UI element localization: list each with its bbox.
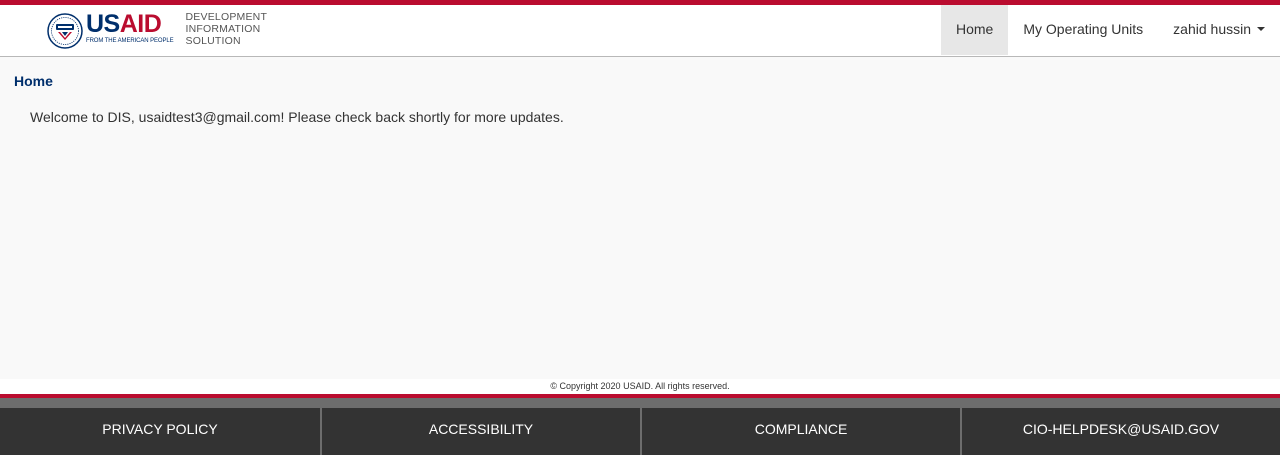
caret-down-icon	[1257, 27, 1265, 32]
wordmark-aid: AID	[119, 10, 162, 38]
user-menu[interactable]: zahid hussin	[1158, 5, 1280, 55]
footer-gray-stripe	[0, 398, 1280, 408]
nav-my-operating-units[interactable]: My Operating Units	[1008, 5, 1158, 55]
app-name-line-2: INFORMATION	[185, 23, 261, 35]
breadcrumb[interactable]: Home	[14, 73, 53, 89]
app-name-line-1: DEVELOPMENT	[185, 11, 268, 23]
usaid-wordmark: USAID FROM THE AMERICAN PEOPLE	[86, 12, 174, 45]
wordmark-us: US	[86, 10, 120, 38]
navbar: USAID FROM THE AMERICAN PEOPLE DEVELOPME…	[0, 5, 1280, 57]
footer-links: PRIVACY POLICY ACCESSIBILITY COMPLIANCE …	[0, 408, 1280, 455]
usaid-logo[interactable]: USAID FROM THE AMERICAN PEOPLE DEVELOPME…	[47, 11, 268, 52]
footer-link-compliance[interactable]: COMPLIANCE	[640, 408, 960, 455]
wordmark-tagline: FROM THE AMERICAN PEOPLE	[86, 38, 174, 44]
usaid-seal-icon	[47, 13, 83, 49]
app-name: DEVELOPMENT INFORMATION SOLUTION	[186, 11, 268, 47]
app-name-line-3: SOLUTION	[185, 35, 241, 47]
footer-link-privacy-policy[interactable]: PRIVACY POLICY	[0, 408, 320, 455]
welcome-message: Welcome to DIS, usaidtest3@gmail.com! Pl…	[30, 109, 564, 125]
footer-link-accessibility[interactable]: ACCESSIBILITY	[320, 408, 640, 455]
wordmark-text: USAID	[86, 12, 174, 37]
user-name: zahid hussin	[1173, 21, 1251, 37]
nav-home[interactable]: Home	[940, 5, 1009, 55]
footer-link-helpdesk-email[interactable]: CIO-HELPDESK@USAID.GOV	[960, 408, 1280, 455]
copyright: © Copyright 2020 USAID. All rights reser…	[0, 379, 1280, 394]
main-nav: Home My Operating Units zahid hussin	[940, 5, 1280, 55]
